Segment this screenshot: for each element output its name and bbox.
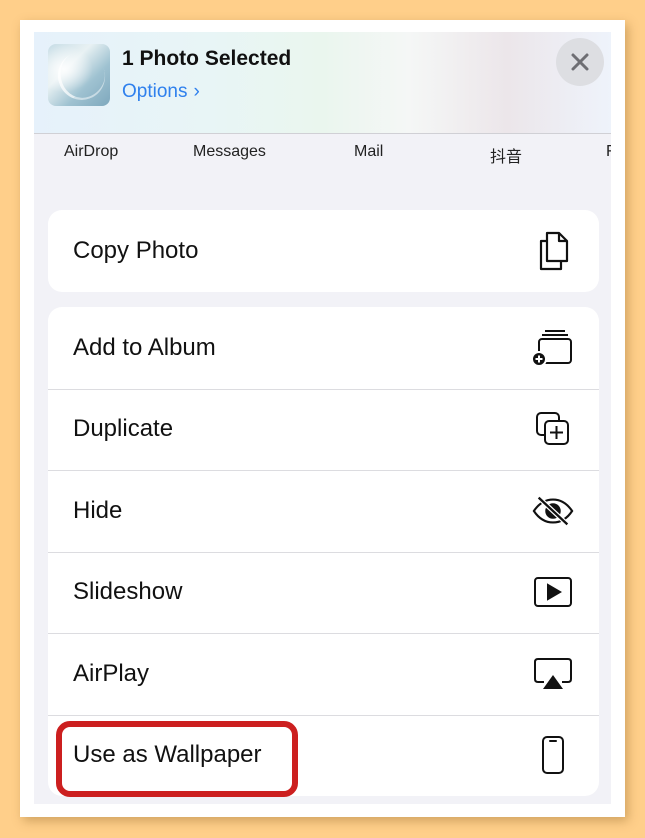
app-mail[interactable]: Mail: [354, 143, 383, 161]
action-label: Slideshow: [73, 578, 183, 606]
add-to-album-icon: [531, 326, 575, 370]
action-group-copy: Copy Photo: [48, 210, 599, 292]
action-hide[interactable]: Hide: [48, 470, 599, 552]
close-button[interactable]: [556, 38, 604, 86]
action-group-main: Add to Album Duplicate Hide Slideshow Ai…: [48, 307, 599, 796]
app-share-row: AirDrop Messages Mail 抖音 F: [34, 140, 611, 166]
action-label: Hide: [73, 496, 123, 524]
chevron-right-icon: ›: [193, 81, 200, 102]
share-sheet: 1 Photo Selected Options › AirDrop Messa…: [34, 32, 611, 804]
action-use-as-wallpaper[interactable]: Use as Wallpaper: [48, 714, 599, 797]
hide-eye-slash-icon: [531, 489, 575, 533]
action-label: Duplicate: [73, 415, 174, 443]
play-icon: [531, 570, 575, 614]
action-label: AirPlay: [73, 659, 150, 687]
phone-icon: [531, 733, 575, 777]
app-messages[interactable]: Messages: [193, 143, 266, 161]
action-label: Add to Album: [73, 333, 216, 361]
action-copy-photo[interactable]: Copy Photo: [48, 210, 599, 292]
app-airdrop[interactable]: AirDrop: [64, 143, 118, 161]
action-label: Use as Wallpaper: [73, 741, 262, 769]
share-sheet-header: 1 Photo Selected Options ›: [34, 32, 611, 134]
action-duplicate[interactable]: Duplicate: [48, 388, 599, 471]
duplicate-icon: [531, 407, 575, 451]
copy-icon: [531, 229, 575, 273]
action-label: Copy Photo: [73, 236, 199, 264]
app-douyin[interactable]: 抖音: [490, 143, 522, 167]
sheet-title: 1 Photo Selected: [122, 47, 292, 70]
app-partial[interactable]: F: [606, 143, 611, 161]
action-slideshow[interactable]: Slideshow: [48, 551, 599, 634]
airplay-icon: [531, 652, 575, 696]
close-icon: [571, 53, 589, 71]
options-label: Options: [122, 81, 188, 102]
options-link[interactable]: Options ›: [122, 81, 200, 103]
action-airplay[interactable]: AirPlay: [48, 633, 599, 715]
photo-thumbnail: [48, 44, 110, 106]
action-add-to-album[interactable]: Add to Album: [48, 307, 599, 389]
